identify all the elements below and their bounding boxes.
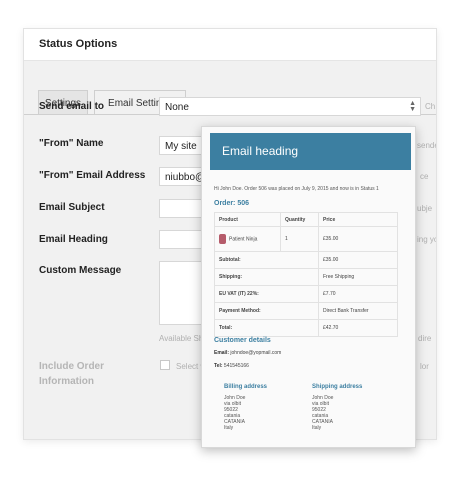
custom-message-help: dire [418, 334, 432, 343]
include-order-label-line1: Include Order [39, 361, 105, 372]
from-name-label: "From" Name [39, 138, 104, 149]
total-label: Subtotal: [214, 251, 319, 269]
order-table: Product Quantity Price Patient Ninja 1 £… [214, 212, 398, 337]
screenshot-stage: Status Options Settings Email Settings S… [0, 0, 474, 504]
custom-message-label: Custom Message [39, 265, 122, 276]
from-email-label: "From" Email Address [39, 170, 146, 181]
customer-tel-value: 541545166 [223, 363, 249, 369]
total-value: £35.00 [318, 251, 398, 269]
table-row: Subtotal: £35.00 [214, 251, 398, 269]
email-subject-label: Email Subject [39, 202, 105, 213]
email-preview-heading: Email heading [222, 144, 299, 158]
price-cell: £35.00 [318, 226, 398, 252]
customer-tel-line: Tel: 541545166 [214, 363, 249, 369]
total-label: Payment Method: [214, 302, 319, 320]
email-heading-help: ing you [417, 235, 436, 244]
email-preview-card: Email heading Hi John Doe. Order 506 was… [201, 126, 416, 448]
total-value: £42.70 [318, 319, 398, 337]
billing-address-block: John Doe via olbit 95022 catania CATANIA… [224, 395, 245, 431]
shipping-address-block: John Doe via olbit 95022 catania CATANIA… [312, 395, 333, 431]
include-order-label-line2: Information [39, 376, 94, 387]
billing-address-title: Billing address [224, 384, 268, 390]
email-preview-header: Email heading [210, 133, 411, 170]
customer-details-title: Customer details [214, 337, 271, 344]
send-email-to-value: None [165, 102, 189, 113]
order-title: Order: 506 [214, 200, 250, 207]
include-order-label: Include Order Information [39, 361, 104, 387]
column-header-price: Price [318, 212, 398, 227]
include-order-checkbox[interactable] [160, 360, 170, 370]
email-subject-help: ubje [417, 204, 433, 213]
product-cell: Patient Ninja [214, 226, 281, 252]
address-line: Italy [312, 425, 322, 431]
product-thumbnail-icon [219, 234, 226, 244]
total-value: Direct Bank Transfer [318, 302, 398, 320]
table-row: Total: £42.70 [214, 319, 398, 337]
send-email-to-label: Send email to [39, 101, 105, 112]
table-row: Shipping: Free Shipping [214, 268, 398, 286]
table-row: Payment Method: Direct Bank Transfer [214, 302, 398, 320]
email-heading-label: Email Heading [39, 234, 108, 245]
total-label: Total: [214, 319, 319, 337]
email-intro-text: Hi John Doe. Order 506 was placed on Jul… [214, 186, 379, 192]
customer-email-value: johndoe@yopmail.com [230, 350, 282, 356]
product-name: Patient Ninja [229, 236, 258, 243]
from-email-help: ce [420, 172, 429, 181]
table-row: Patient Ninja 1 £35.00 [214, 226, 398, 252]
customer-email-line: Email: johndoe@yopmail.com [214, 350, 281, 356]
table-row: EU VAT (IT) 22%: £7.70 [214, 285, 398, 303]
select-arrows-icon: ▲ ▼ [409, 100, 416, 113]
from-name-help: sende [417, 141, 437, 150]
send-email-to-select[interactable]: None ▲ ▼ [159, 97, 421, 116]
customer-tel-label: Tel: [214, 363, 223, 369]
quantity-cell: 1 [280, 226, 319, 252]
total-value: Free Shipping [318, 268, 398, 286]
panel-title: Status Options [24, 29, 436, 61]
total-value: £7.70 [318, 285, 398, 303]
customer-email-label: Email: [214, 350, 230, 356]
order-table-header: Product Quantity Price [214, 212, 398, 227]
include-order-help: lor [420, 362, 429, 371]
send-email-to-help: Ch [425, 102, 436, 111]
shipping-address-title: Shipping address [312, 384, 363, 390]
address-line: Italy [224, 425, 234, 431]
total-label: Shipping: [214, 268, 319, 286]
total-label: EU VAT (IT) 22%: [214, 285, 319, 303]
column-header-product: Product [214, 212, 281, 227]
column-header-quantity: Quantity [280, 212, 319, 227]
